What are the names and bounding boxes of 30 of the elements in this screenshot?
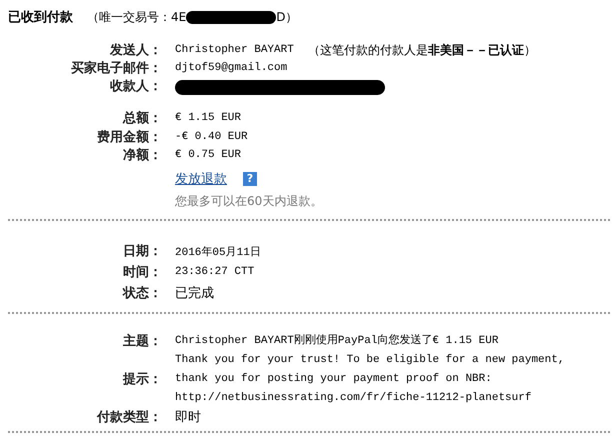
- field-label: 净额：: [122, 146, 162, 164]
- field-value: Thank you for your trust! To be eligible for a new payment, thank you for posting your payment proof on NBR: http://netbusinessrating.com/fr/fiche-11212-planetsurf: [175, 352, 566, 406]
- field-label: 总额：: [122, 110, 162, 128]
- field-value: 已完成: [175, 285, 214, 302]
- transaction-id: （唯一交易号：4E: [87, 8, 186, 26]
- verification-note: （这笔付款的付款人是非美国－－已认证）: [308, 42, 536, 58]
- refund-note: 您最多可以在60天内退款。: [175, 193, 322, 210]
- field-value: djtof59@gmail.com: [175, 62, 288, 74]
- field-label: 费用金额：: [96, 128, 162, 146]
- field-value: 23:36:27 CTT: [175, 266, 254, 278]
- field-value: Christopher BAYART: [175, 44, 294, 56]
- field-value: Christopher BAYART刚刚使用PayPal向您发送了€ 1.15 EUR: [175, 333, 500, 348]
- field-label: 收款人：: [109, 78, 162, 95]
- field-label: 时间：: [122, 264, 162, 281]
- field-label: 付款类型：: [96, 409, 162, 426]
- transaction-id: D）: [276, 8, 298, 26]
- field-value: 即时: [175, 408, 202, 426]
- field-label: 日期：: [122, 243, 162, 260]
- field-label: 主题：: [122, 332, 162, 350]
- field-label: 发送人：: [108, 42, 162, 59]
- field-label: 提示：: [122, 371, 162, 388]
- field-value: -€ 0.40 EUR: [175, 130, 248, 143]
- help-icon[interactable]: ?: [243, 172, 257, 186]
- field-value: € 1.15 EUR: [175, 112, 242, 124]
- field-label: 买家电子邮件：: [70, 60, 162, 77]
- field-label: 状态：: [121, 285, 162, 302]
- field-value: 2016年05月11日: [175, 245, 261, 258]
- page-title: 已收到付款: [8, 9, 73, 26]
- field-value: € 0.75 EUR: [175, 149, 242, 162]
- refund-link[interactable]: 发放退款: [175, 170, 227, 188]
